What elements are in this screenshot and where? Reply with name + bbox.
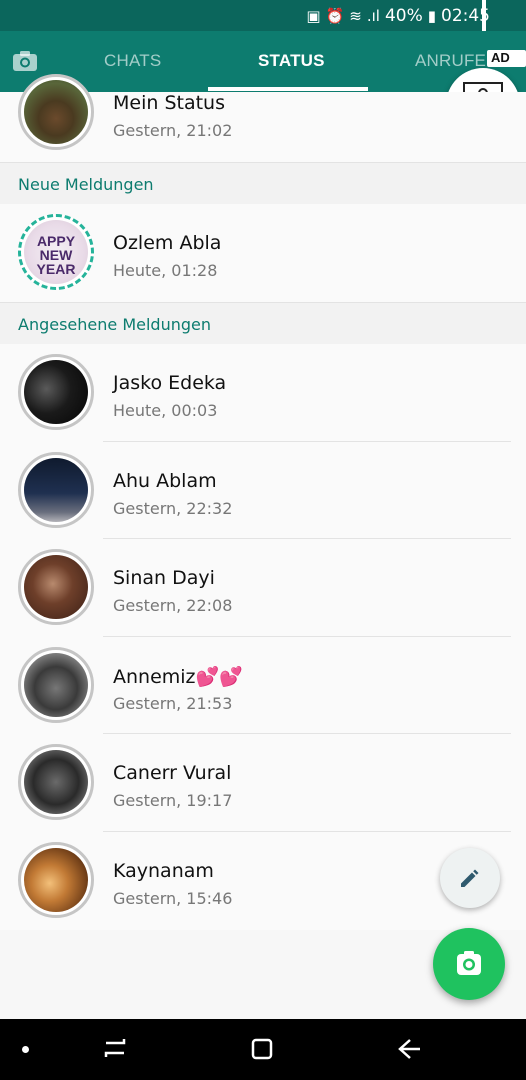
tab-chats[interactable]: CHATS <box>104 51 161 71</box>
recent-apps-icon[interactable] <box>102 1037 128 1061</box>
status-name: Mein Status <box>113 92 225 114</box>
status-avatar <box>18 549 94 625</box>
ad-badge[interactable]: AD ▷ <box>487 50 526 80</box>
status-name: Ozlem Abla <box>113 232 222 254</box>
svg-text:YEAR: YEAR <box>37 261 76 277</box>
system-navigation-bar <box>0 1019 526 1080</box>
status-time: Gestern, 21:02 <box>113 121 233 140</box>
status-name: Kaynanam <box>113 860 214 882</box>
status-row[interactable]: Canerr Vural Gestern, 19:17 <box>0 734 526 832</box>
status-avatar <box>18 647 94 723</box>
status-time: Heute, 01:28 <box>113 261 218 280</box>
status-avatar: APPY NEW YEAR <box>18 214 94 290</box>
section-viewed-updates: Angesehene Meldungen <box>0 302 526 344</box>
status-name: Jasko Edeka <box>113 372 227 394</box>
signal-icon: .ıl <box>366 7 380 25</box>
wifi-icon: ≋ <box>349 7 362 25</box>
camera-tab-icon[interactable] <box>12 50 38 72</box>
camera-icon <box>457 951 481 975</box>
section-label: Angesehene Meldungen <box>18 315 211 334</box>
system-status-bar: ▣ ⏰ ≋ .ıl 40% ▮ 02:45 <box>0 0 526 31</box>
status-avatar <box>18 354 94 430</box>
status-name: Canerr Vural <box>113 762 232 784</box>
my-status-row[interactable]: Mein Status Gestern, 21:02 <box>0 74 526 162</box>
alarm-icon: ⏰ <box>325 7 345 25</box>
battery-icon: ▮ <box>427 7 436 25</box>
new-year-image-icon: APPY NEW YEAR <box>37 233 76 277</box>
back-icon[interactable] <box>396 1037 422 1061</box>
status-time: Gestern, 22:08 <box>113 596 233 615</box>
status-avatar <box>18 744 94 820</box>
status-row[interactable]: Sinan Dayi Gestern, 22:08 <box>0 539 526 637</box>
home-icon[interactable] <box>250 1037 274 1061</box>
status-name: Ahu Ablam <box>113 470 217 492</box>
sim-icon: ▣ <box>306 7 321 25</box>
status-time: Gestern, 19:17 <box>113 791 233 810</box>
section-label: Neue Meldungen <box>18 175 154 194</box>
camera-status-button[interactable] <box>433 928 505 1000</box>
status-row[interactable]: APPY NEW YEAR Ozlem Abla Heute, 01:28 <box>0 204 526 302</box>
status-row[interactable]: Ahu Ablam Gestern, 22:32 <box>0 442 526 539</box>
tab-status[interactable]: STATUS <box>258 51 325 71</box>
my-status-avatar <box>18 74 94 150</box>
section-new-updates: Neue Meldungen <box>0 162 526 204</box>
status-row[interactable]: Jasko Edeka Heute, 00:03 <box>0 344 526 442</box>
status-icons: ▣ ⏰ ≋ .ıl 40% ▮ 02:45 <box>306 5 490 27</box>
status-avatar <box>18 452 94 528</box>
status-time: Heute, 00:03 <box>113 401 218 420</box>
pencil-icon <box>461 869 479 887</box>
text-status-button[interactable] <box>440 848 500 908</box>
status-name: Annemiz💕💕 <box>113 666 243 688</box>
battery-percent: 40% <box>384 6 423 26</box>
status-time: Gestern, 15:46 <box>113 889 233 908</box>
status-avatar <box>18 842 94 918</box>
active-tab-indicator <box>208 87 368 91</box>
nav-dot-icon <box>22 1046 29 1053</box>
status-name: Sinan Dayi <box>113 567 215 589</box>
status-time: Gestern, 21:53 <box>113 694 233 713</box>
status-row[interactable]: Annemiz💕💕 Gestern, 21:53 <box>0 637 526 734</box>
status-time: Gestern, 22:32 <box>113 499 233 518</box>
